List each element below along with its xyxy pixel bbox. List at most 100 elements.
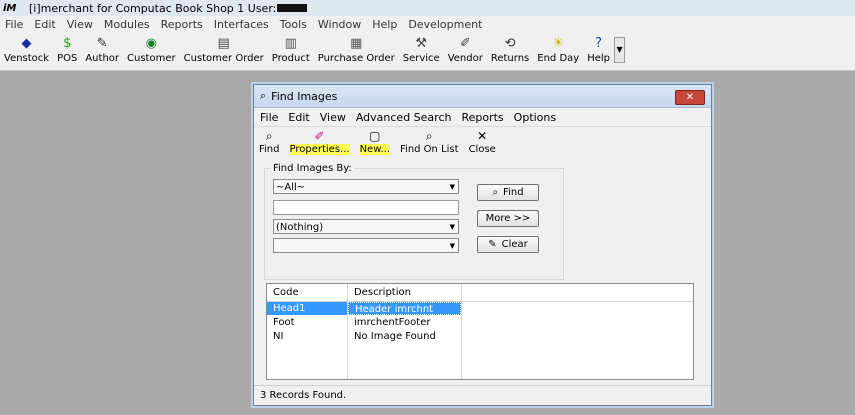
window-menu-bar: File Edit View Advanced Search Reports Option… bbox=[254, 108, 711, 127]
toolbar-button-label: POS bbox=[57, 53, 78, 64]
toolbar-button-end-day[interactable]: ☀ End Day bbox=[533, 32, 583, 64]
toolbar-button-vendor[interactable]: ✐ Vendor bbox=[444, 32, 487, 64]
window-tool-find-on-list[interactable]: ⌕ Find On List bbox=[395, 129, 464, 156]
register-icon: ▤ bbox=[217, 36, 230, 51]
new-document-icon: ▢ bbox=[369, 129, 381, 143]
window-tool-find[interactable]: ⌕ Find bbox=[254, 130, 285, 156]
toolbar-button-label: Help bbox=[587, 53, 611, 64]
main-menu-bar: File Edit View Modules Reports Interfaces Tool… bbox=[0, 16, 855, 32]
window-tool-label: New... bbox=[359, 144, 391, 155]
menu-item-tools[interactable]: Tools bbox=[275, 18, 313, 31]
window-menu-item-file[interactable]: File bbox=[254, 111, 282, 124]
cell-description: Header imrchnt bbox=[348, 302, 461, 315]
more-button[interactable]: More >> bbox=[477, 210, 539, 227]
globe-icon: ◉ bbox=[145, 36, 157, 51]
menu-item-file[interactable]: File bbox=[0, 18, 29, 31]
find-images-by-group: Find Images By: ~All~ ▼ (Nothing) ▼ ▼ ⌕ … bbox=[264, 163, 564, 280]
menu-item-view[interactable]: View bbox=[62, 18, 99, 31]
column-header-code[interactable]: Code bbox=[267, 284, 348, 301]
window-tool-label: Find On List bbox=[400, 144, 459, 155]
binoculars-list-icon: ⌕ bbox=[425, 129, 433, 143]
toolbar-button-venstock[interactable]: ◆ Venstock bbox=[0, 32, 53, 64]
criteria-select-value: ~All~ bbox=[276, 182, 306, 193]
second-criteria-select[interactable]: (Nothing) ▼ bbox=[273, 219, 459, 234]
author-icon: ✎ bbox=[96, 36, 108, 51]
window-menu-item-options[interactable]: Options bbox=[508, 111, 560, 124]
toolbar-button-label: End Day bbox=[537, 53, 580, 64]
toolbar-button-label: Returns bbox=[490, 53, 530, 64]
status-bar: 3 Records Found. bbox=[254, 385, 711, 405]
window-menu-item-reports[interactable]: Reports bbox=[455, 111, 507, 124]
chevron-down-icon: ▼ bbox=[449, 242, 455, 250]
app-logo: iM bbox=[3, 2, 17, 14]
table-row[interactable]: Foot imrchentFooter bbox=[267, 316, 693, 329]
criteria-select[interactable]: ~All~ ▼ bbox=[273, 179, 459, 194]
cell-code: Head1 bbox=[267, 302, 347, 315]
table-row[interactable]: Head1 Header imrchnt bbox=[267, 302, 693, 315]
grid-header: Code Description bbox=[267, 284, 693, 302]
menu-item-modules[interactable]: Modules bbox=[99, 18, 156, 31]
toolbar-button-label: Vendor bbox=[447, 53, 483, 64]
toolbar-button-label: Venstock bbox=[4, 53, 50, 64]
toolbar-button-help[interactable]: ? Help bbox=[583, 32, 614, 64]
window-tool-label: Close bbox=[468, 144, 496, 155]
returns-icon: ⟲ bbox=[504, 36, 516, 51]
search-text-input[interactable] bbox=[273, 200, 459, 215]
find-button-label: Find bbox=[503, 187, 524, 198]
window-tool-properties[interactable]: ✐ Properties... bbox=[285, 130, 355, 155]
order-form-icon: ▦ bbox=[350, 36, 363, 51]
third-criteria-select[interactable]: ▼ bbox=[273, 238, 459, 253]
window-menu-item-advanced-search[interactable]: Advanced Search bbox=[350, 111, 456, 124]
menu-item-development[interactable]: Development bbox=[403, 18, 488, 31]
window-tool-new[interactable]: ▢ New... bbox=[355, 130, 395, 155]
window-close-button[interactable]: ✕ bbox=[675, 90, 705, 105]
toolbar-button-pos[interactable]: $ POS bbox=[53, 32, 81, 64]
menu-item-window[interactable]: Window bbox=[313, 18, 367, 31]
table-row[interactable]: NI No Image Found bbox=[267, 330, 693, 343]
cell-code: Foot bbox=[273, 317, 295, 328]
find-images-window: ⌕ Find Images ✕ File Edit View Advanced Sea… bbox=[253, 84, 712, 406]
toolbar-button-returns[interactable]: ⟲ Returns bbox=[487, 32, 533, 64]
redacted-username bbox=[277, 4, 308, 12]
more-button-label: More >> bbox=[485, 213, 531, 224]
menu-item-help[interactable]: Help bbox=[367, 18, 403, 31]
toolbar-button-product[interactable]: ▥ Product bbox=[268, 32, 314, 64]
diamond-icon: ◆ bbox=[21, 36, 32, 51]
toolbar-button-label: Customer Order bbox=[183, 53, 264, 64]
toolbar-button-customer[interactable]: ◉ Customer bbox=[123, 32, 180, 64]
toolbar-overflow-dropdown[interactable]: ▼ bbox=[614, 37, 626, 63]
window-menu-item-view[interactable]: View bbox=[314, 111, 350, 124]
second-criteria-value: (Nothing) bbox=[276, 222, 324, 233]
window-menu-item-edit[interactable]: Edit bbox=[282, 111, 313, 124]
results-grid[interactable]: Code Description Head1 Header imrchnt Foot… bbox=[266, 283, 694, 380]
main-toolbar: ◆ Venstock $ POS ✎ Author ◉ Customer ▤ Customer O… bbox=[0, 32, 855, 71]
menu-item-edit[interactable]: Edit bbox=[29, 18, 61, 31]
menu-item-reports[interactable]: Reports bbox=[156, 18, 209, 31]
window-tool-close[interactable]: ✕ Close bbox=[464, 130, 501, 156]
app-title-bar: iM [i]merchant for Computac Book Shop 1 … bbox=[0, 0, 855, 16]
menu-item-interfaces[interactable]: Interfaces bbox=[209, 18, 275, 31]
toolbar-button-label: Author bbox=[85, 53, 120, 64]
chevron-down-icon: ▼ bbox=[449, 183, 455, 191]
toolbar-button-service[interactable]: ⚒ Service bbox=[399, 32, 444, 64]
toolbar-button-author[interactable]: ✎ Author bbox=[81, 32, 123, 64]
toolbar-button-label: Purchase Order bbox=[317, 53, 395, 64]
toolbar-button-customer-order[interactable]: ▤ Customer Order bbox=[180, 32, 268, 64]
find-button[interactable]: ⌕ Find bbox=[477, 184, 539, 201]
clear-button[interactable]: ✎ Clear bbox=[477, 236, 539, 253]
wrench-icon: ⚒ bbox=[415, 36, 428, 51]
app-title: [i]merchant for Computac Book Shop 1 Use… bbox=[29, 1, 277, 15]
toolbar-button-label: Customer bbox=[127, 53, 176, 64]
help-icon: ? bbox=[595, 36, 603, 51]
toolbar-button-purchase-order[interactable]: ▦ Purchase Order bbox=[314, 32, 399, 64]
clear-button-label: Clear bbox=[501, 239, 528, 250]
window-tool-label: Properties... bbox=[289, 144, 350, 155]
window-toolbar: ⌕ Find ✐ Properties... ▢ New... ⌕ Find On List ✕… bbox=[254, 127, 711, 158]
properties-icon: ✐ bbox=[314, 129, 325, 143]
product-icon: ▥ bbox=[284, 36, 297, 51]
vendor-icon: ✐ bbox=[459, 36, 471, 51]
eraser-icon: ✎ bbox=[488, 239, 497, 250]
column-header-description[interactable]: Description bbox=[348, 284, 462, 301]
cell-description: No Image Found bbox=[354, 331, 436, 342]
dollar-icon: $ bbox=[63, 36, 72, 51]
